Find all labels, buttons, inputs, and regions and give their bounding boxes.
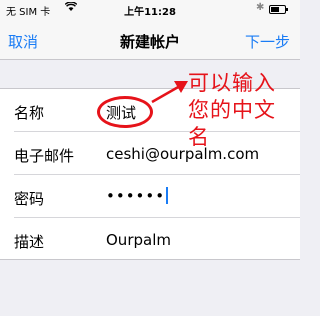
battery-tip [286,8,288,11]
description-label: 描述 [14,233,45,251]
navigation-bar: 取消 新建帐户 下一步 [0,20,300,60]
next-button[interactable]: 下一步 [245,31,290,52]
password-label: 密码 [14,190,45,208]
password-field[interactable]: •••••• [106,187,169,205]
name-label: 名称 [14,104,45,122]
annotation-arrow [151,81,188,104]
status-time: 上午11:28 [124,7,176,18]
description-row[interactable]: 描述 Ourpalm [0,218,300,261]
highlight-circle [97,96,153,128]
password-dots: •••••• [106,187,166,205]
email-label: 电子邮件 [14,147,75,165]
annotation-note: 可以输入您的中文名 [188,71,276,149]
battery-icon [269,5,288,14]
battery-fill [271,7,279,12]
description-field[interactable]: Ourpalm [106,231,171,249]
status-bar: 无 SIM 卡 上午11:28 ✱ [0,0,300,20]
text-cursor [166,187,169,204]
new-account-screen: 无 SIM 卡 上午11:28 ✱ 取消 新建帐户 下一步 名称 测试 电子邮件… [0,0,300,316]
bluetooth-icon: ✱ [256,2,265,13]
password-row[interactable]: 密码 •••••• [0,175,300,218]
